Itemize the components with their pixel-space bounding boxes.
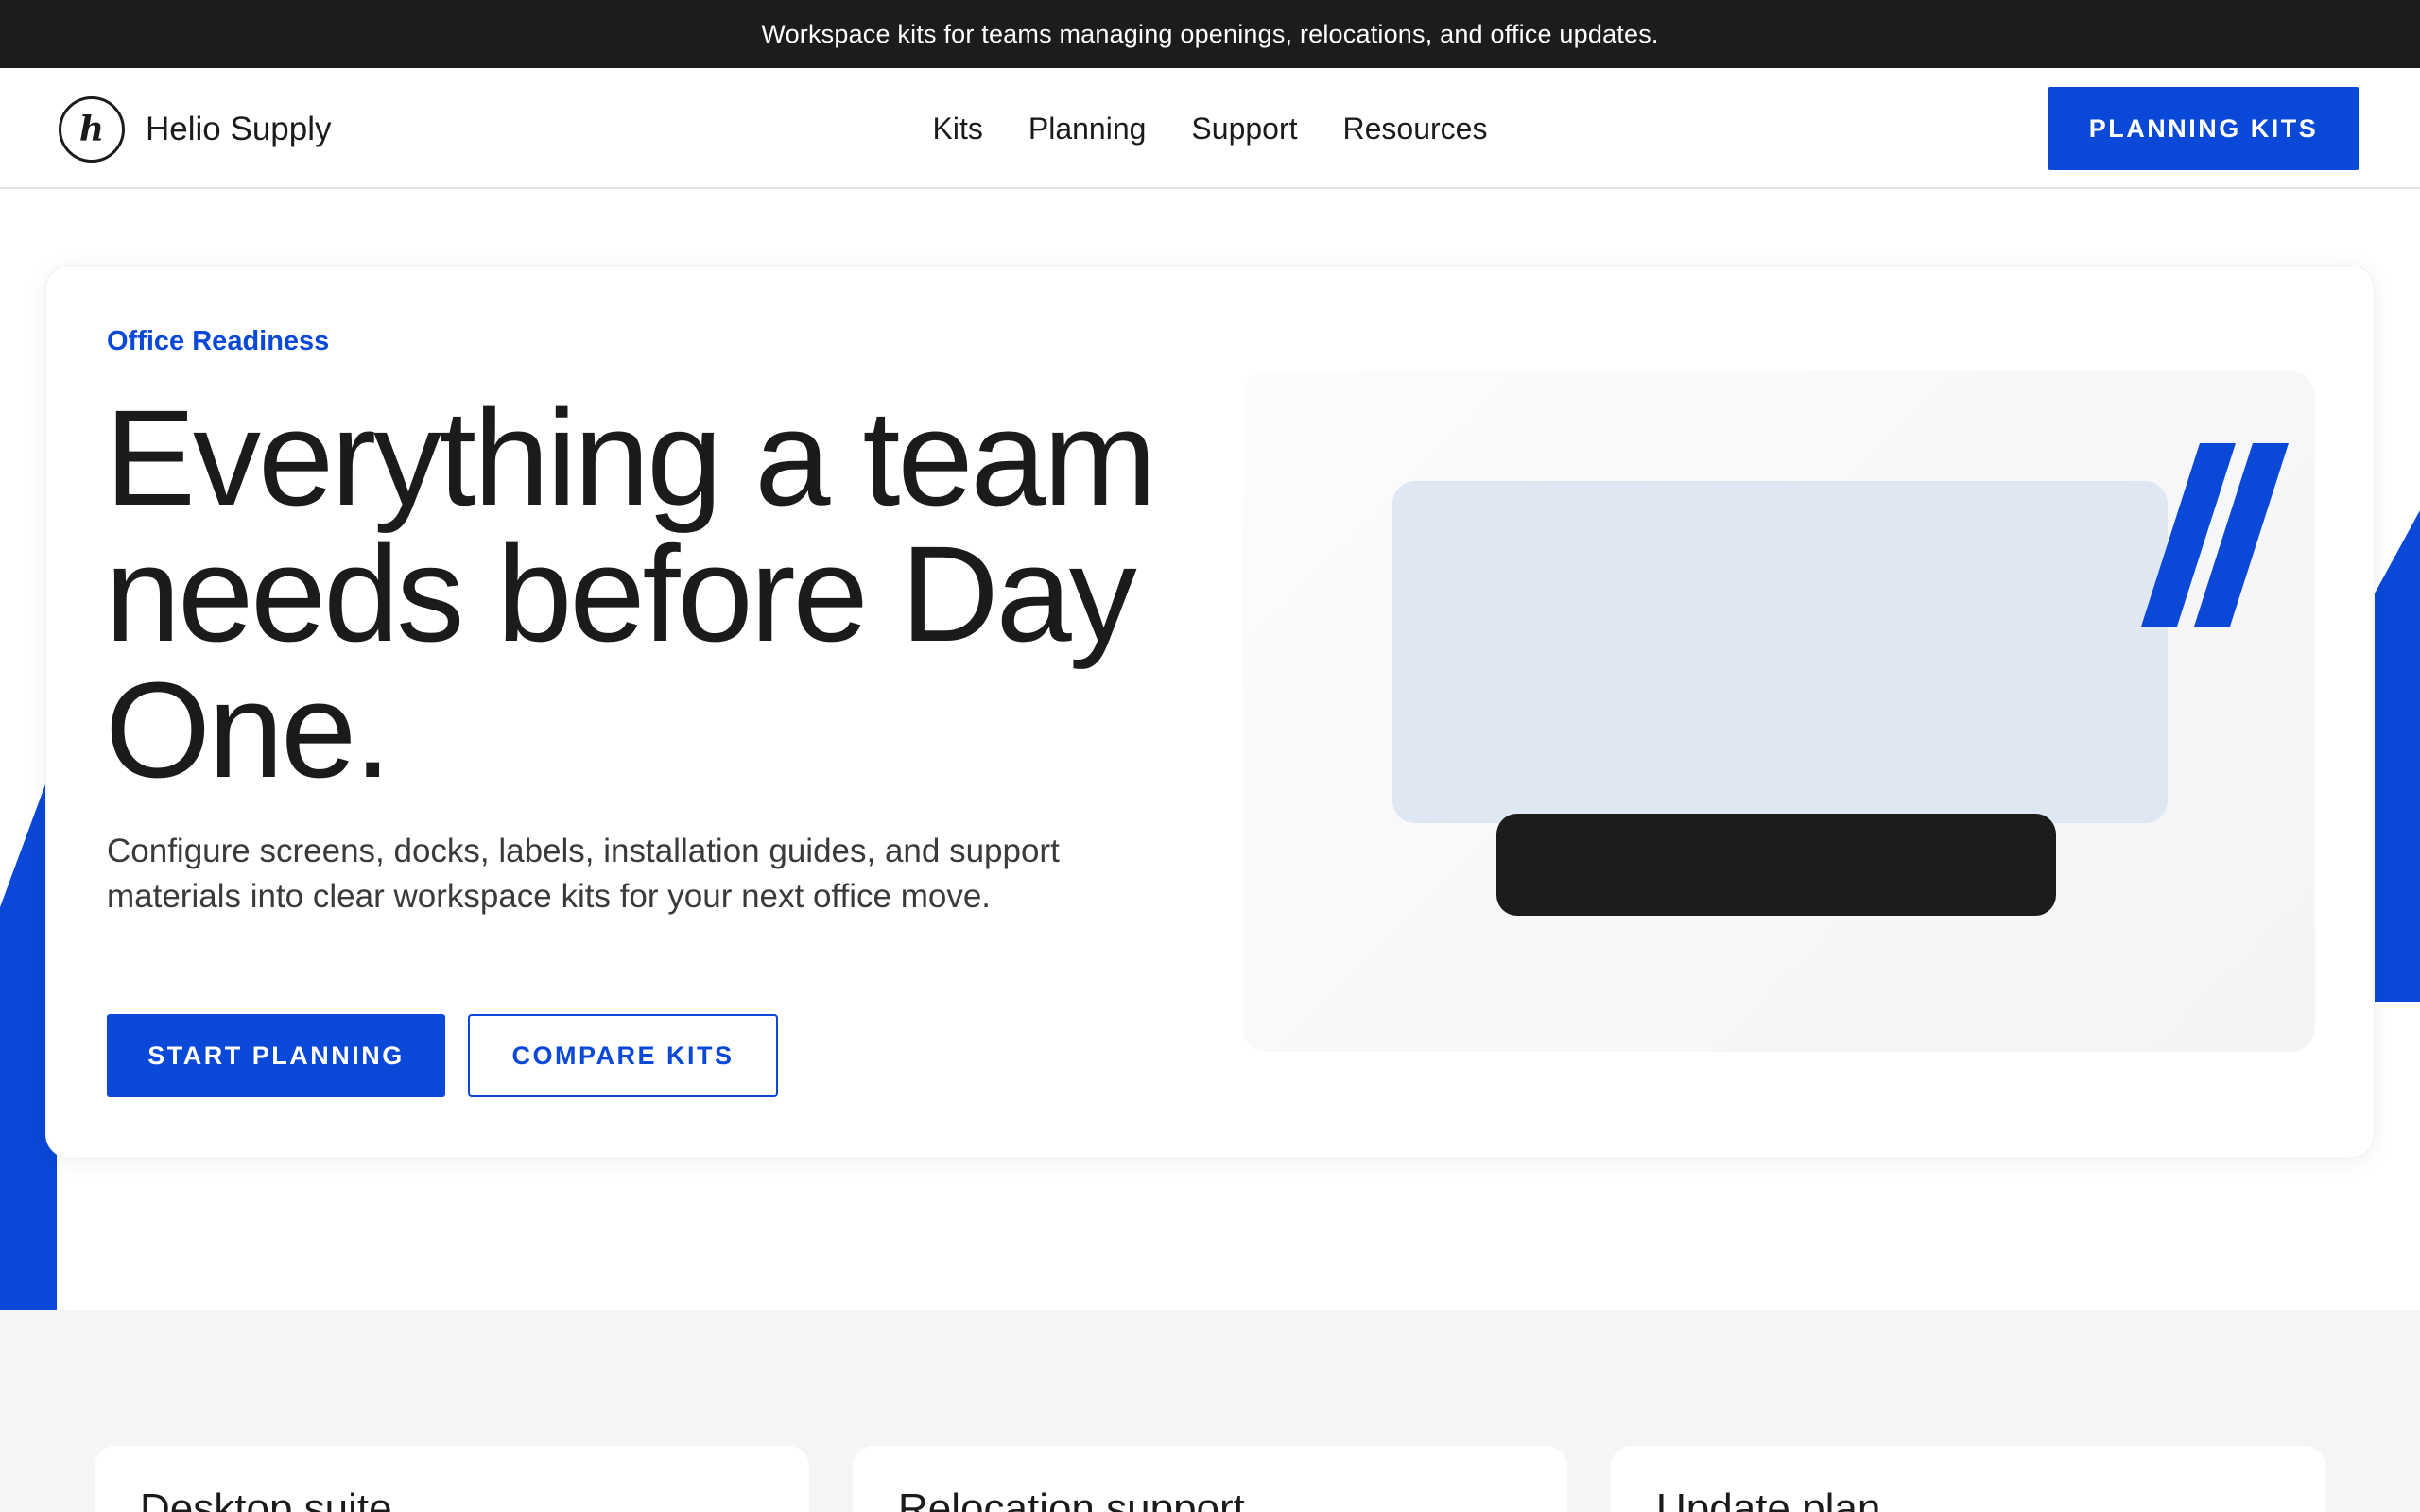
- planning-kits-button[interactable]: PLANNING KITS: [2048, 87, 2360, 170]
- hero-headline: Everything a team needs before Day One.: [105, 382, 1157, 806]
- nav-item-kits[interactable]: Kits: [933, 112, 983, 146]
- hero-card: Office Readiness Everything a team needs…: [45, 265, 2375, 1159]
- slash-marks-icon: [2141, 443, 2289, 627]
- nav-item-resources[interactable]: Resources: [1343, 112, 1488, 146]
- hero-section: Office Readiness Everything a team needs…: [0, 189, 2420, 1314]
- feature-card[interactable]: Relocation support: [853, 1446, 1567, 1512]
- site-header: h Helio Supply Kits Planning Support Res…: [0, 68, 2420, 189]
- nav-item-planning[interactable]: Planning: [1028, 112, 1147, 146]
- announcement-bar: Workspace kits for teams managing openin…: [0, 0, 2420, 68]
- feature-title: Desktop suite: [140, 1486, 392, 1512]
- feature-title: Relocation support: [898, 1486, 1245, 1512]
- features-section: Desktop suite Relocation support Update …: [0, 1310, 2420, 1512]
- hero-illustration: [1243, 371, 2315, 1052]
- dock-shape: [1496, 814, 2056, 916]
- hero-eyebrow: Office Readiness: [107, 326, 330, 356]
- nav-item-support[interactable]: Support: [1191, 112, 1297, 146]
- feature-card[interactable]: Desktop suite: [95, 1446, 809, 1512]
- announcement-text: Workspace kits for teams managing openin…: [761, 19, 1659, 48]
- hero-lead: Configure screens, docks, labels, instal…: [107, 833, 1060, 915]
- compare-kits-button[interactable]: COMPARE KITS: [468, 1014, 778, 1097]
- feature-card[interactable]: Update plan: [1611, 1446, 2325, 1512]
- monitor-shape: [1392, 481, 2168, 823]
- start-planning-button[interactable]: START PLANNING: [107, 1014, 445, 1097]
- feature-title: Update plan: [1656, 1486, 1881, 1512]
